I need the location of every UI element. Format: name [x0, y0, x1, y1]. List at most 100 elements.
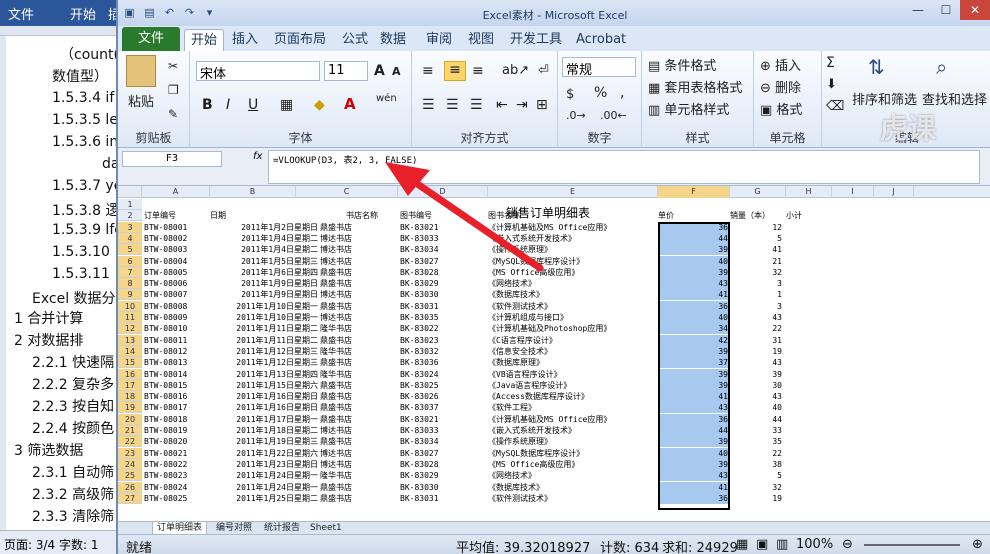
table-cell[interactable]: 《计算机基础及MS Office应用》 [488, 414, 658, 425]
table-cell[interactable]: 35 [730, 436, 782, 447]
table-cell[interactable]: 《软件测试技术》 [488, 301, 658, 312]
column-header[interactable]: I [832, 186, 874, 198]
row-header[interactable]: 8 [118, 278, 142, 290]
table-cell[interactable]: 星期二 [294, 425, 320, 436]
tab-acrobat[interactable]: Acrobat [570, 29, 632, 51]
tab-insert[interactable]: 插入 [226, 29, 264, 51]
table-cell[interactable]: 博达书店 [320, 425, 370, 436]
selected-price-cell[interactable]: 39 [658, 345, 728, 357]
format-as-table-button[interactable]: ▦ 套用表格格式 [648, 77, 742, 96]
table-cell[interactable]: 12 [730, 222, 782, 233]
selected-price-cell[interactable]: 39 [658, 266, 728, 278]
table-cell[interactable]: 2011年1月23日 [214, 459, 294, 470]
table-cell[interactable]: 3 [730, 278, 782, 289]
table-cell[interactable]: 21 [730, 256, 782, 267]
column-header[interactable]: A [142, 186, 210, 198]
table-cell[interactable]: 《软件工程》 [488, 402, 658, 413]
table-cell[interactable]: 41 [730, 244, 782, 255]
table-cell[interactable]: BTW-08008 [144, 301, 214, 312]
table-cell[interactable]: 鼎盛书店 [320, 493, 370, 504]
table-cell[interactable]: 38 [730, 459, 782, 470]
status-zoom[interactable]: 100% [796, 537, 833, 552]
tab-home[interactable]: 开始 [184, 29, 225, 51]
shrink-font-button[interactable]: A [392, 65, 401, 78]
tab-formulas[interactable]: 公式 [336, 29, 374, 51]
table-cell[interactable]: BK-83036 [400, 357, 470, 368]
percent-style-button[interactable]: % [594, 85, 607, 101]
table-cell[interactable]: 鼎盛书店 [320, 391, 370, 402]
selected-price-cell[interactable]: 41 [658, 289, 728, 301]
row-header[interactable]: 15 [118, 357, 142, 369]
table-cell[interactable]: 鼎盛书店 [320, 267, 370, 278]
table-cell[interactable]: 博达书店 [320, 448, 370, 459]
table-cell[interactable]: 鼎盛书店 [320, 380, 370, 391]
column-header[interactable]: G [730, 186, 786, 198]
name-box[interactable]: F3 [122, 151, 222, 167]
fill-color-icon[interactable]: ◆ [314, 97, 325, 113]
zoom-slider[interactable] [864, 544, 960, 546]
row-header[interactable]: 18 [118, 391, 142, 403]
row-header[interactable]: 26 [118, 481, 142, 493]
table-cell[interactable]: 5 [730, 470, 782, 481]
table-cell[interactable]: 2011年1月24日 [214, 482, 294, 493]
cell-styles-button[interactable]: ▥ 单元格样式 [648, 99, 729, 118]
merge-center-icon[interactable]: ⊞ [536, 97, 548, 113]
table-cell[interactable]: BK-83031 [400, 493, 470, 504]
table-cell[interactable]: BTW-08021 [144, 448, 214, 459]
table-cell[interactable]: 星期一 [294, 470, 320, 481]
selected-price-cell[interactable]: 43 [658, 470, 728, 482]
table-cell[interactable]: 鼎盛书店 [320, 278, 370, 289]
table-cell[interactable]: 《嵌入式系统开发技术》 [488, 425, 658, 436]
selected-price-cell[interactable]: 39 [658, 436, 728, 448]
table-cell[interactable]: BTW-08016 [144, 391, 214, 402]
table-cell[interactable]: 2011年1月10日 [214, 301, 294, 312]
table-cell[interactable]: 32 [730, 482, 782, 493]
selected-price-cell[interactable]: 41 [658, 481, 728, 493]
table-cell[interactable]: 《MySQL数据库程序设计》 [488, 256, 658, 267]
maximize-icon[interactable]: ☐ [932, 0, 960, 20]
table-cell[interactable]: BK-83025 [400, 380, 470, 391]
table-cell[interactable]: 2011年1月11日 [214, 323, 294, 334]
table-cell[interactable]: BTW-08002 [144, 233, 214, 244]
table-cell[interactable]: BTW-08005 [144, 267, 214, 278]
table-cell[interactable]: 30 [730, 380, 782, 391]
table-cell[interactable]: BK-83027 [400, 448, 470, 459]
table-cell[interactable]: 隆华书店 [320, 470, 370, 481]
table-cell[interactable]: 鼎盛书店 [320, 436, 370, 447]
table-cell[interactable]: 《软件测试技术》 [488, 493, 658, 504]
insert-cells-button[interactable]: ⊕ 插入 [760, 55, 801, 74]
table-cell[interactable]: 星期日 [294, 391, 320, 402]
table-cell[interactable]: BK-83032 [400, 346, 470, 357]
number-format-select[interactable]: 常规 [562, 57, 636, 78]
column-title[interactable]: 单价 [658, 210, 738, 221]
table-cell[interactable]: 博达书店 [320, 459, 370, 470]
selected-price-cell[interactable]: 36 [658, 492, 728, 504]
zoom-out-icon[interactable]: ⊖ [842, 537, 853, 552]
table-cell[interactable]: 星期日 [294, 289, 320, 300]
table-cell[interactable]: 《计算机基础及MS Office应用》 [488, 222, 658, 233]
table-cell[interactable]: 星期四 [294, 369, 320, 380]
table-cell[interactable]: 《信息安全技术》 [488, 346, 658, 357]
accounting-format-icon[interactable]: $ [566, 87, 574, 102]
table-cell[interactable]: BTW-08010 [144, 323, 214, 334]
table-cell[interactable]: 2011年1月18日 [214, 425, 294, 436]
table-cell[interactable]: 2011年1月15日 [214, 380, 294, 391]
paste-button[interactable]: 粘贴 [128, 91, 154, 110]
align-left-icon[interactable]: ☰ [422, 97, 435, 113]
table-cell[interactable]: BK-83035 [400, 312, 470, 323]
table-cell[interactable]: BK-83030 [400, 289, 470, 300]
table-cell[interactable]: BK-83028 [400, 267, 470, 278]
row-header[interactable]: 4 [118, 232, 142, 244]
table-cell[interactable]: BK-83029 [400, 278, 470, 289]
increase-decimal-icon[interactable]: .0→ [566, 109, 586, 122]
row-header[interactable]: 14 [118, 345, 142, 357]
sort-filter-button[interactable]: 排序和筛选 [852, 89, 917, 108]
orientation-icon[interactable]: ab↗ [502, 63, 529, 78]
table-cell[interactable]: 2011年1月12日 [214, 357, 294, 368]
table-cell[interactable]: 《计算机基础及Photoshop应用》 [488, 323, 658, 334]
table-cell[interactable]: 鼎盛书店 [320, 301, 370, 312]
table-cell[interactable]: 2011年1月6日 [214, 267, 294, 278]
table-cell[interactable]: 星期三 [294, 436, 320, 447]
row-header[interactable]: 24 [118, 458, 142, 470]
table-cell[interactable]: 19 [730, 346, 782, 357]
